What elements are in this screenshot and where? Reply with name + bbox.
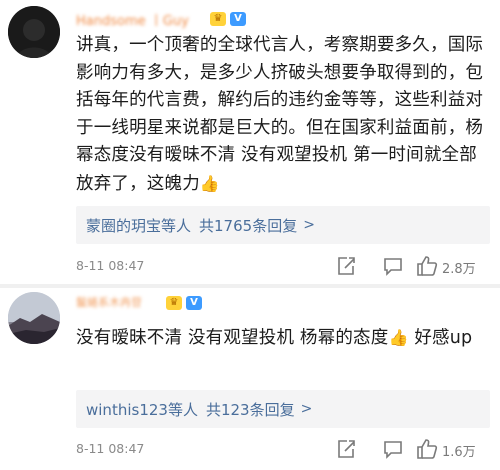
reply-summary: winthis123等人 [86,400,198,419]
avatar[interactable] [8,292,60,344]
comment-list: Handsome 丨Guy ♛ V 讲真，一个顶奢的全球代言人，考察期要多久，国… [0,0,500,470]
comment-body: 讲真，一个顶奢的全球代言人，考察期要多久，国际影响力有多大，是多少人挤破头想要争… [76,35,484,194]
like-icon[interactable] [416,255,438,277]
chevron-right-icon: > [300,401,313,417]
comment-icon[interactable] [382,255,404,277]
comment-body: 没有暧昧不清 没有观望投机 杨幂的态度 [76,328,389,348]
username[interactable]: Handsome 丨Guy [76,10,189,29]
chevron-right-icon: > [303,217,315,233]
like-count: 1.6万 [442,445,476,460]
like-icon[interactable] [416,438,438,460]
reply-summary: 蒙圈的玥宝等人 [86,216,192,235]
thumbs-up-emoji-icon: 👍 [388,328,409,347]
replies-link[interactable]: 蒙圈的玥宝等人 共1765条回复 > [76,206,490,244]
comment-icon[interactable] [382,438,404,460]
crown-badge-icon: ♛ [210,12,226,26]
timestamp: 8-11 08:47 [76,258,145,273]
share-icon[interactable] [335,438,357,460]
crown-badge-icon: ♛ [166,296,182,310]
thumbs-up-emoji-icon: 👍 [199,173,221,193]
comment-text: 讲真，一个顶奢的全球代言人，考察期要多久，国际影响力有多大，是多少人挤破头想要争… [76,32,490,199]
reply-count: 共123条回复 [205,400,295,419]
replies-link[interactable]: winthis123等人 共123条回复 > [76,390,490,428]
comment-meta: 8-11 08:47 1.6万 [76,438,490,462]
like-count: 2.8万 [442,262,476,277]
verified-badge-icon: V [230,12,246,26]
comment-meta: 8-11 08:47 2.8万 [76,255,490,279]
comment-item: Handsome 丨Guy ♛ V 讲真，一个顶奢的全球代言人，考察期要多久，国… [0,0,500,284]
comment-body-tail: 好感up [408,328,473,348]
comment-text: 没有暧昧不清 没有观望投机 杨幂的态度👍 好感up [76,324,476,353]
comment-item: 鬣蜷系木冉苷 ♛ V 没有暧昧不清 没有观望投机 杨幂的态度👍 好感up win… [0,288,500,470]
reply-count: 共1765条回复 [199,216,298,235]
verified-badge-icon: V [186,296,202,310]
username[interactable]: 鬣蜷系木冉苷 [76,294,142,310]
share-icon[interactable] [335,255,357,277]
timestamp: 8-11 08:47 [76,441,145,456]
avatar[interactable] [8,6,60,58]
